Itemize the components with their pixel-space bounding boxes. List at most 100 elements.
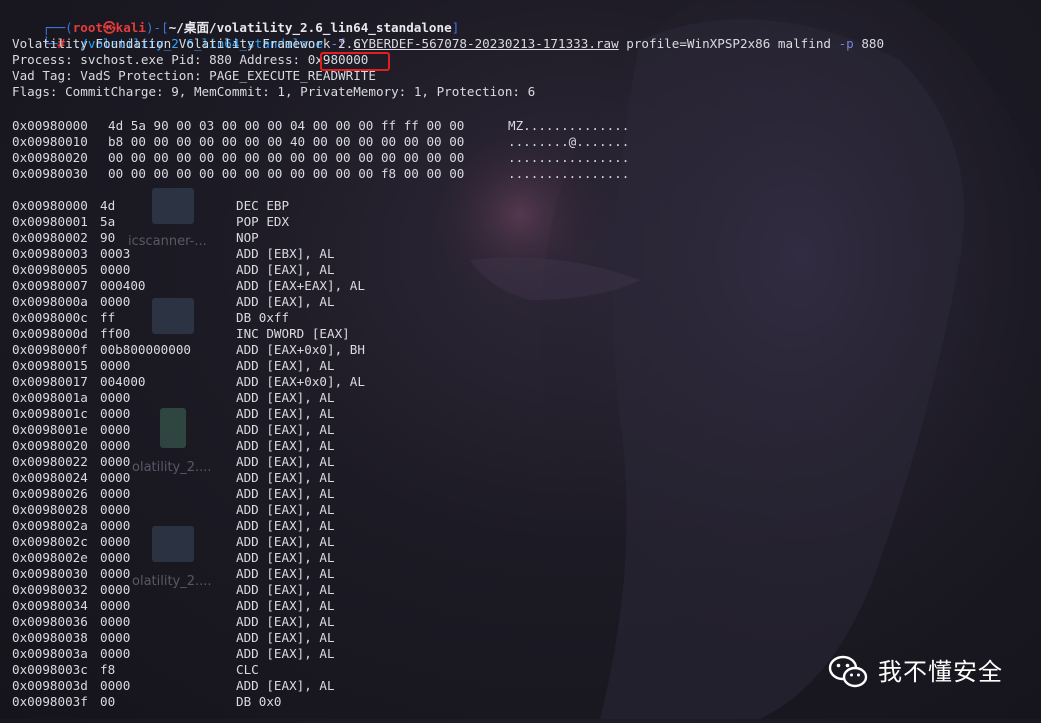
disasm-hex: 0000 xyxy=(100,294,131,309)
hex-address: 0x00980010 xyxy=(12,134,88,149)
disasm-hex: 0000 xyxy=(100,614,131,629)
banner-line: Volatility Foundation Volatility Framewo… xyxy=(12,36,361,51)
disasm-address: 0x00980002 xyxy=(12,230,88,245)
disasm-address: 0x00980032 xyxy=(12,582,88,597)
disasm-hex: 00b800000000 xyxy=(100,342,191,357)
hex-address: 0x00980000 xyxy=(12,118,88,133)
disasm-address: 0x0098000f xyxy=(12,342,88,357)
disasm-address: 0x0098002e xyxy=(12,550,88,565)
disasm-instruction: ADD [EAX], AL xyxy=(236,454,335,469)
disasm-instruction: ADD [EAX], AL xyxy=(236,262,335,277)
hex-ascii: MZ.............. xyxy=(508,118,630,133)
hex-ascii: ................ xyxy=(508,166,630,181)
flags-line: Flags: CommitCharge: 9, MemCommit: 1, Pr… xyxy=(12,84,536,99)
disasm-hex: 0000 xyxy=(100,470,131,485)
disasm-address: 0x00980000 xyxy=(12,198,88,213)
disasm-address: 0x00980020 xyxy=(12,438,88,453)
disasm-hex: 90 xyxy=(100,230,116,245)
disasm-hex: 0000 xyxy=(100,582,131,597)
hex-address: 0x00980020 xyxy=(12,150,88,165)
disasm-instruction: INC DWORD [EAX] xyxy=(236,326,350,341)
disasm-hex: 000400 xyxy=(100,278,146,293)
process-info: Process: svchost.exe Pid: 880 Address: xyxy=(12,52,308,67)
disasm-instruction: ADD [EAX+0x0], BH xyxy=(236,342,365,357)
hex-bytes: 00 00 00 00 00 00 00 00 00 00 00 00 00 0… xyxy=(108,150,465,165)
disasm-hex: f8 xyxy=(100,662,116,677)
disasm-hex: 0000 xyxy=(100,502,131,517)
disasm-address: 0x0098002c xyxy=(12,534,88,549)
disasm-hex: ff xyxy=(100,310,116,325)
disasm-instruction: ADD [EAX], AL xyxy=(236,566,335,581)
command-plugin: malfind xyxy=(777,36,831,51)
disasm-hex: 0000 xyxy=(100,406,131,421)
disasm-address: 0x0098000a xyxy=(12,294,88,309)
disasm-instruction: ADD [EAX], AL xyxy=(236,358,335,373)
disasm-instruction: NOP xyxy=(236,230,259,245)
disasm-address: 0x00980005 xyxy=(12,262,88,277)
wechat-icon xyxy=(828,655,868,689)
disasm-address: 0x00980030 xyxy=(12,566,88,581)
disasm-address: 0x00980036 xyxy=(12,614,88,629)
disasm-address: 0x00980028 xyxy=(12,502,88,517)
watermark: 我不懂安全 xyxy=(828,654,1003,690)
disasm-instruction: ADD [EAX], AL xyxy=(236,502,335,517)
hex-ascii: ........@....... xyxy=(508,134,630,149)
disasm-instruction: ADD [EAX], AL xyxy=(236,422,335,437)
disasm-hex: 0000 xyxy=(100,454,131,469)
disasm-hex: 5a xyxy=(100,214,116,229)
disasm-address: 0x00980022 xyxy=(12,454,88,469)
disasm-instruction: ADD [EAX], AL xyxy=(236,630,335,645)
disasm-address: 0x0098003c xyxy=(12,662,88,677)
disasm-address: 0x00980001 xyxy=(12,214,88,229)
disasm-instruction: ADD [EAX], AL xyxy=(236,678,335,693)
disasm-instruction: ADD [EAX], AL xyxy=(236,598,335,613)
vad-line: Vad Tag: VadS Protection: PAGE_EXECUTE_R… xyxy=(12,68,376,83)
watermark-text: 我不懂安全 xyxy=(878,658,1003,686)
command-file-arg: CYBERDEF-567078-20230213-171333.raw xyxy=(353,36,619,51)
hex-bytes: 00 00 00 00 00 00 00 00 00 00 00 00 f8 0… xyxy=(108,166,465,181)
disasm-instruction: ADD [EAX], AL xyxy=(236,550,335,565)
disasm-hex: 0000 xyxy=(100,678,131,693)
disasm-address: 0x00980015 xyxy=(12,358,88,373)
disasm-address: 0x0098003d xyxy=(12,678,88,693)
disasm-address: 0x00980026 xyxy=(12,486,88,501)
disasm-hex: ff00 xyxy=(100,326,131,341)
disasm-instruction: ADD [EAX], AL xyxy=(236,390,335,405)
command-pid: 880 xyxy=(861,36,885,51)
disasm-hex: 0000 xyxy=(100,566,131,581)
disasm-instruction: DB 0x0 xyxy=(236,694,282,709)
hex-bytes: 4d 5a 90 00 03 00 00 00 04 00 00 00 ff f… xyxy=(108,118,465,133)
disasm-instruction: ADD [EAX], AL xyxy=(236,438,335,453)
hex-bytes: b8 00 00 00 00 00 00 00 40 00 00 00 00 0… xyxy=(108,134,465,149)
disasm-address: 0x00980038 xyxy=(12,630,88,645)
disasm-hex: 0000 xyxy=(100,486,131,501)
disasm-instruction: ADD [EAX], AL xyxy=(236,534,335,549)
process-line: Process: svchost.exe Pid: 880 Address: 0… xyxy=(12,52,368,68)
terminal-window[interactable]: ┌──(root㉿kali)-[~/桌面/volatility_2.6_lin6… xyxy=(0,0,1041,719)
disasm-hex: 004000 xyxy=(100,374,146,389)
disasm-hex: 0000 xyxy=(100,630,131,645)
disasm-address: 0x00980034 xyxy=(12,598,88,613)
disasm-hex: 0000 xyxy=(100,262,131,277)
disasm-instruction: DB 0xff xyxy=(236,310,290,325)
disasm-instruction: ADD [EAX], AL xyxy=(236,486,335,501)
disasm-instruction: ADD [EAX+0x0], AL xyxy=(236,374,365,389)
hex-ascii: ................ xyxy=(508,150,630,165)
disasm-address: 0x00980007 xyxy=(12,278,88,293)
disasm-hex: 0003 xyxy=(100,246,131,261)
disasm-hex: 0000 xyxy=(100,358,131,373)
disasm-address: 0x0098001c xyxy=(12,406,88,421)
disasm-hex: 4d xyxy=(100,198,116,213)
disasm-hex: 0000 xyxy=(100,422,131,437)
disasm-hex: 0000 xyxy=(100,438,131,453)
disasm-instruction: ADD [EAX], AL xyxy=(236,518,335,533)
disasm-address: 0x00980024 xyxy=(12,470,88,485)
disasm-instruction: POP EDX xyxy=(236,214,290,229)
disasm-instruction: ADD [EAX], AL xyxy=(236,614,335,629)
disasm-instruction: ADD [EAX], AL xyxy=(236,294,335,309)
disasm-address: 0x0098001a xyxy=(12,390,88,405)
disasm-instruction: ADD [EAX+EAX], AL xyxy=(236,278,365,293)
disasm-instruction: ADD [EAX], AL xyxy=(236,406,335,421)
command-profile: profile=WinXPSP2x86 xyxy=(626,36,771,51)
disasm-address: 0x0098002a xyxy=(12,518,88,533)
